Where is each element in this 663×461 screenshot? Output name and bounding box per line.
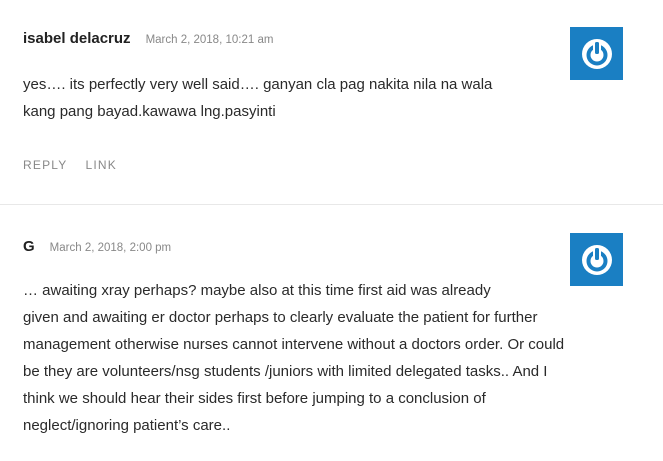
comment-actions: REPLY LINK xyxy=(23,158,117,172)
comment-line: … awaiting xray perhaps? maybe also at t… xyxy=(23,282,491,299)
comment-body: yes…. its perfectly very well said…. gan… xyxy=(23,71,492,125)
comment-1: isabel delacruz March 2, 2018, 10:21 am … xyxy=(0,0,663,205)
comment-body: … awaiting xray perhaps? maybe also at t… xyxy=(23,277,564,439)
comment-line: yes…. its perfectly very well said…. gan… xyxy=(23,76,493,93)
reply-link[interactable]: REPLY xyxy=(23,158,67,172)
comment-line: be they are volunteers/nsg students /jun… xyxy=(23,363,548,380)
comment-author[interactable]: isabel delacruz xyxy=(23,30,131,47)
comment-date[interactable]: March 2, 2018, 10:21 am xyxy=(146,34,274,46)
comment-line: kang pang bayad.kawawa lng.pasyinti xyxy=(23,103,276,120)
comment-header: isabel delacruz March 2, 2018, 10:21 am xyxy=(23,30,273,47)
comment-header: G March 2, 2018, 2:00 pm xyxy=(23,238,171,255)
comment-date[interactable]: March 2, 2018, 2:00 pm xyxy=(50,242,171,254)
comment-line: think we should hear their sides first b… xyxy=(23,390,486,407)
avatar xyxy=(570,27,623,80)
comment-line: neglect/ignoring patient’s care.. xyxy=(23,417,231,434)
permalink-link[interactable]: LINK xyxy=(85,158,116,172)
avatar xyxy=(570,233,623,286)
comment-author[interactable]: G xyxy=(23,238,35,255)
comment-line: given and awaiting er doctor perhaps to … xyxy=(23,309,538,326)
power-button-icon xyxy=(581,38,612,69)
comment-2: G March 2, 2018, 2:00 pm … awaiting xray… xyxy=(0,205,663,461)
power-button-icon xyxy=(581,244,612,275)
comment-line: management otherwise nurses cannot inter… xyxy=(23,336,565,353)
